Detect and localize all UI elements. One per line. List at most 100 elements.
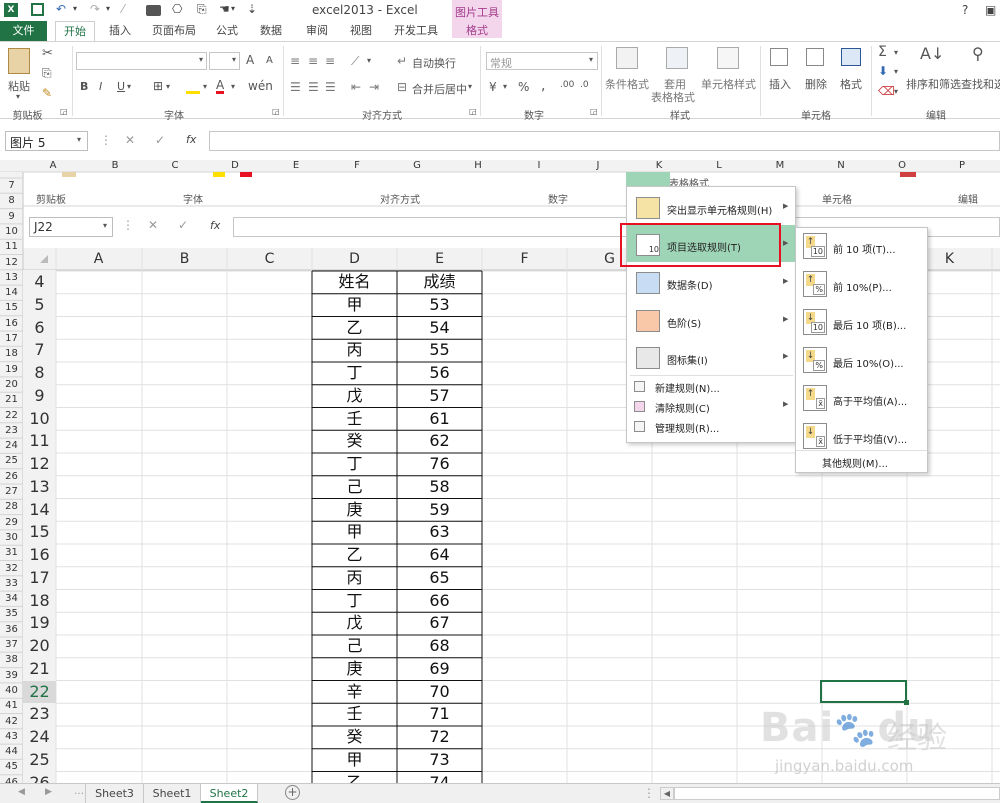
cond-menu-item-8[interactable]: 管理规则(R)... bbox=[655, 420, 719, 435]
submenu-more-rules[interactable]: 其他规则(M)... bbox=[822, 455, 888, 470]
cond-menu-item-7[interactable]: 清除规则(C) bbox=[655, 400, 710, 415]
tab-developer[interactable]: 开发工具 bbox=[388, 21, 444, 41]
align-center-icon[interactable]: ☰ bbox=[308, 80, 319, 94]
add-sheet-icon[interactable]: + bbox=[285, 785, 300, 800]
align-middle-icon[interactable]: ≡ bbox=[308, 54, 318, 68]
insert-function-button[interactable]: fx bbox=[186, 133, 196, 146]
grow-font-button[interactable]: A bbox=[246, 53, 254, 67]
name-box[interactable]: 图片 5 bbox=[5, 131, 88, 151]
number-format-dropdown-icon[interactable]: ▾ bbox=[589, 55, 593, 64]
redo-icon[interactable]: ↷ bbox=[90, 1, 100, 17]
ribbon-options-icon[interactable]: ▣ bbox=[985, 3, 996, 17]
orientation-icon[interactable]: ⟋ bbox=[351, 54, 359, 69]
formula-input[interactable] bbox=[209, 131, 1000, 151]
cancel-icon[interactable]: ✕ bbox=[125, 133, 135, 147]
format-painter-icon[interactable]: ✎ bbox=[42, 86, 52, 100]
format-as-table-icon[interactable] bbox=[666, 47, 688, 69]
accounting-format-icon[interactable]: ¥ bbox=[489, 80, 497, 94]
tab-insert[interactable]: 插入 bbox=[100, 21, 140, 41]
comma-button[interactable]: , bbox=[541, 78, 545, 94]
insert-button[interactable]: 插入 bbox=[769, 76, 791, 92]
borders-icon[interactable]: ⊞ bbox=[153, 79, 163, 93]
save-icon[interactable] bbox=[31, 3, 44, 16]
merge-center-icon[interactable]: ⊟ bbox=[397, 80, 407, 94]
underline-button[interactable]: U bbox=[117, 80, 125, 93]
form-icon[interactable]: ⎔ bbox=[172, 1, 182, 17]
tab-file[interactable]: 文件 bbox=[0, 21, 47, 41]
fill-icon[interactable]: ⬇ bbox=[878, 64, 888, 78]
touch-dropdown-icon[interactable]: ▾ bbox=[231, 1, 235, 17]
cell-styles-icon[interactable] bbox=[717, 47, 739, 69]
font-color-dropdown-icon[interactable]: ▾ bbox=[231, 82, 235, 91]
hscroll-left-icon[interactable]: ◀ bbox=[660, 787, 674, 800]
cond-menu-item-5[interactable]: 图标集(I) bbox=[667, 352, 708, 367]
cond-menu-item-2[interactable]: 项目选取规则(T) bbox=[667, 239, 741, 254]
font-size-dropdown-icon[interactable]: ▾ bbox=[232, 55, 236, 64]
help-button[interactable]: ? bbox=[962, 3, 968, 17]
name-box-dropdown-icon[interactable]: ▾ bbox=[77, 135, 81, 144]
align-bottom-icon[interactable]: ≡ bbox=[325, 54, 335, 68]
borders-dropdown-icon[interactable]: ▾ bbox=[166, 82, 170, 91]
autosum-icon[interactable]: Σ bbox=[878, 44, 887, 60]
underline-dropdown-icon[interactable]: ▾ bbox=[127, 82, 131, 91]
wand-icon[interactable]: ⁄ bbox=[122, 1, 124, 17]
accounting-dropdown-icon[interactable]: ▾ bbox=[503, 82, 507, 91]
decrease-decimal-icon[interactable]: .0 bbox=[580, 80, 589, 90]
insert-cells-icon[interactable] bbox=[770, 48, 788, 66]
tab-view[interactable]: 视图 bbox=[342, 21, 380, 41]
embedded-picture[interactable]: ABCDEFGHIJKLMNOP 表格格式 剪贴板 字体 对齐方式 数字 单元格… bbox=[0, 160, 1000, 783]
submenu-item-4[interactable]: 最后 10%(O)... bbox=[833, 355, 904, 370]
submenu-item-1[interactable]: 前 10 项(T)... bbox=[833, 241, 896, 256]
cut-icon[interactable]: ✂ bbox=[42, 46, 53, 61]
alignment-launcher-icon[interactable]: ◲ bbox=[469, 107, 477, 116]
conditional-format-icon[interactable] bbox=[616, 47, 638, 69]
cond-menu-item-1[interactable]: 突出显示单元格规则(H) bbox=[667, 202, 772, 217]
camera-icon[interactable] bbox=[146, 5, 161, 16]
wrap-text-button[interactable]: 自动换行 bbox=[412, 55, 456, 71]
font-name-dropdown-icon[interactable]: ▾ bbox=[199, 55, 203, 64]
cell-styles-button[interactable]: 单元格样式 bbox=[701, 76, 756, 92]
cond-menu-item-3[interactable]: 数据条(D) bbox=[667, 277, 713, 292]
fill-color-icon[interactable] bbox=[186, 80, 200, 94]
sheet-tab-sheet2[interactable]: Sheet2 bbox=[201, 784, 258, 803]
font-launcher-icon[interactable]: ◲ bbox=[272, 107, 280, 116]
customize-qat-icon[interactable]: ⇣ bbox=[247, 1, 257, 17]
italic-button[interactable]: I bbox=[99, 80, 102, 93]
delete-button[interactable]: 删除 bbox=[805, 76, 827, 92]
sheet-more-icon[interactable]: … bbox=[74, 786, 84, 797]
font-name-box[interactable] bbox=[76, 52, 207, 70]
undo-icon[interactable]: ↶ bbox=[56, 1, 66, 17]
tab-picture-format[interactable]: 格式 bbox=[452, 21, 502, 41]
clear-dropdown-icon[interactable]: ▾ bbox=[894, 87, 898, 96]
tab-home[interactable]: 开始 bbox=[55, 21, 95, 42]
align-right-icon[interactable]: ☰ bbox=[325, 80, 336, 94]
phonetic-icon[interactable]: wén bbox=[248, 79, 273, 93]
autosum-dropdown-icon[interactable]: ▾ bbox=[894, 48, 898, 57]
undo-dropdown-icon[interactable]: ▾ bbox=[73, 1, 77, 17]
paste-dropdown-icon[interactable]: ▾ bbox=[16, 92, 20, 101]
sort-filter-icon[interactable]: A↓ bbox=[920, 44, 944, 63]
format-cells-icon[interactable] bbox=[841, 48, 861, 66]
redo-dropdown-icon[interactable]: ▾ bbox=[106, 1, 110, 17]
align-top-icon[interactable]: ≡ bbox=[290, 54, 300, 68]
cond-menu-item-4[interactable]: 色阶(S) bbox=[667, 315, 701, 330]
prev-sheet-icon[interactable]: ◀ bbox=[18, 787, 25, 797]
find-select-icon[interactable]: ⚲ bbox=[972, 44, 984, 63]
font-color-button[interactable]: A bbox=[216, 79, 225, 94]
next-sheet-icon[interactable]: ▶ bbox=[45, 787, 52, 797]
percent-button[interactable]: % bbox=[518, 80, 529, 94]
submenu-item-6[interactable]: 低于平均值(V)... bbox=[833, 431, 907, 446]
enter-icon[interactable]: ✓ bbox=[155, 133, 165, 147]
delete-cells-icon[interactable] bbox=[806, 48, 824, 66]
fill-color-dropdown-icon[interactable]: ▾ bbox=[203, 82, 207, 91]
number-launcher-icon[interactable]: ◲ bbox=[590, 107, 598, 116]
sheet-tab-sheet1[interactable]: Sheet1 bbox=[144, 784, 201, 803]
align-left-icon[interactable]: ☰ bbox=[290, 80, 301, 94]
bold-button[interactable]: B bbox=[80, 80, 88, 93]
submenu-item-5[interactable]: 高于平均值(A)... bbox=[833, 393, 907, 408]
horizontal-scrollbar[interactable] bbox=[674, 787, 1000, 800]
increase-indent-icon[interactable]: ⇥ bbox=[369, 80, 379, 94]
paste-icon[interactable] bbox=[8, 48, 30, 74]
copy-icon[interactable]: ⎘ bbox=[42, 66, 52, 81]
format-button[interactable]: 格式 bbox=[840, 76, 862, 92]
